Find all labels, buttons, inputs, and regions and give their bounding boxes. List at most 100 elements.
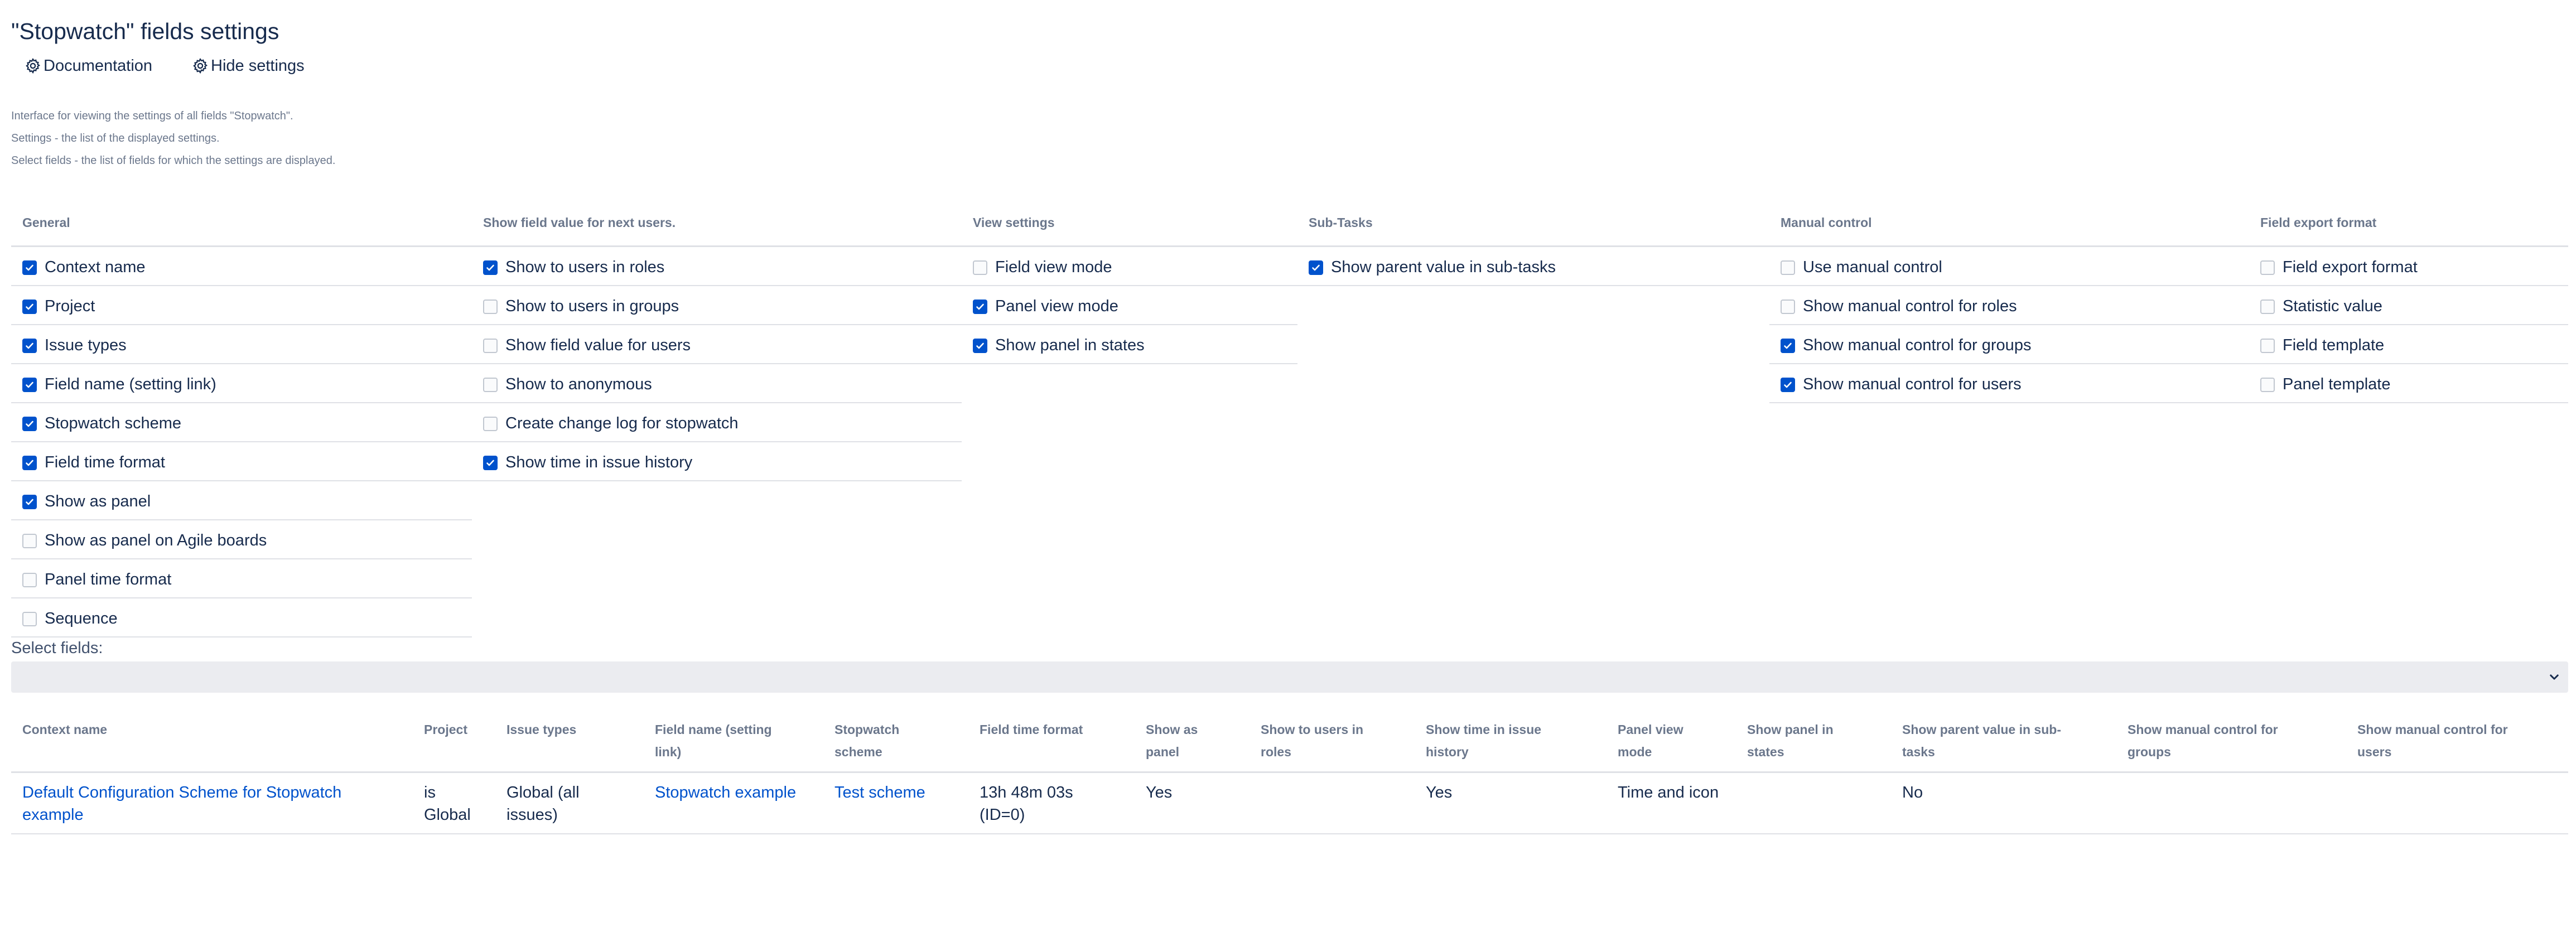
setting-checkbox[interactable] [1309, 260, 1323, 275]
setting-label: Panel template [2283, 375, 2391, 393]
setting-checkbox[interactable] [22, 377, 37, 392]
setting-checkbox[interactable] [483, 377, 498, 392]
setting-checkbox[interactable] [22, 416, 37, 431]
setting-statistic-value[interactable]: Statistic value [2260, 297, 2382, 316]
setting-label: Show panel in states [995, 336, 1145, 354]
intro-text-line-1: Interface for viewing the settings of al… [11, 110, 293, 122]
setting-show-as-panel[interactable]: Show as panel [22, 492, 151, 511]
check-icon [26, 421, 33, 427]
setting-checkbox[interactable] [2260, 377, 2275, 392]
settings-column-manual-control: Use manual control Show manual control fo… [1769, 247, 2249, 403]
setting-checkbox[interactable] [483, 260, 498, 275]
setting-show-parent-value-in-sub-tasks[interactable]: Show parent value in sub-tasks [1309, 258, 1556, 277]
setting-checkbox[interactable] [22, 338, 37, 353]
setting-field-export-format[interactable]: Field export format [2260, 258, 2418, 277]
setting-show-to-users-in-groups[interactable]: Show to users in groups [483, 297, 679, 316]
setting-checkbox[interactable] [973, 299, 987, 314]
cell-field-name-link[interactable]: Stopwatch example [655, 781, 796, 804]
setting-row: Stopwatch scheme [11, 403, 472, 442]
setting-checkbox[interactable] [483, 416, 498, 431]
setting-row: Show time in issue history [472, 442, 962, 481]
setting-create-change-log-for-stopwatch[interactable]: Create change log for stopwatch [483, 414, 739, 433]
setting-checkbox[interactable] [2260, 299, 2275, 314]
setting-panel-time-format[interactable]: Panel time format [22, 571, 171, 589]
cell-stopwatch-scheme-link[interactable]: Test scheme [834, 781, 925, 804]
setting-row: Show as panel [11, 481, 472, 520]
setting-field-template[interactable]: Field template [2260, 336, 2384, 355]
column-header-show-time-in-issue-history: Show time in issue history [1426, 718, 1541, 763]
chevron-down-icon [2550, 674, 2559, 680]
setting-row: Show manual control for users [1769, 364, 2249, 403]
hide-settings-button[interactable]: Hide settings [192, 54, 305, 78]
setting-context-name[interactable]: Context name [22, 258, 146, 277]
setting-stopwatch-scheme[interactable]: Stopwatch scheme [22, 414, 181, 433]
setting-checkbox[interactable] [22, 299, 37, 314]
check-icon [1784, 381, 1792, 388]
documentation-button[interactable]: Documentation [25, 54, 152, 78]
check-icon [26, 460, 33, 466]
setting-use-manual-control[interactable]: Use manual control [1781, 258, 1942, 277]
column-header-context-name: Context name [22, 718, 107, 741]
setting-row: Statistic value [2249, 286, 2568, 325]
setting-checkbox[interactable] [2260, 338, 2275, 353]
setting-checkbox[interactable] [973, 260, 987, 275]
setting-checkbox[interactable] [1781, 299, 1795, 314]
setting-panel-template[interactable]: Panel template [2260, 375, 2390, 394]
cell-line: Stopwatch example [655, 784, 797, 801]
cell-line: No [1902, 784, 1923, 801]
setting-checkbox[interactable] [22, 611, 37, 626]
column-header-line: Show as [1146, 722, 1198, 737]
setting-checkbox[interactable] [973, 338, 987, 353]
setting-row: Field time format [11, 442, 472, 481]
setting-panel-view-mode[interactable]: Panel view mode [973, 297, 1118, 316]
setting-project[interactable]: Project [22, 297, 95, 316]
setting-label: Show manual control for users [1803, 375, 2022, 393]
setting-show-time-in-issue-history[interactable]: Show time in issue history [483, 453, 692, 472]
column-header-show-as-panel: Show as panel [1146, 718, 1198, 763]
cell-line: Default Configuration Scheme for Stopwat… [22, 784, 342, 801]
setting-show-as-panel-on-agile-boards[interactable]: Show as panel on Agile boards [22, 532, 267, 550]
setting-field-time-format[interactable]: Field time format [22, 453, 165, 472]
setting-show-panel-in-states[interactable]: Show panel in states [973, 336, 1145, 355]
setting-show-to-anonymous[interactable]: Show to anonymous [483, 375, 652, 394]
setting-show-manual-control-for-roles[interactable]: Show manual control for roles [1781, 297, 2017, 316]
setting-checkbox[interactable] [1781, 260, 1795, 275]
setting-field-view-mode[interactable]: Field view mode [973, 258, 1112, 277]
setting-issue-types[interactable]: Issue types [22, 336, 127, 355]
setting-checkbox[interactable] [1781, 377, 1795, 392]
setting-checkbox[interactable] [1781, 338, 1795, 353]
setting-checkbox[interactable] [22, 260, 37, 275]
cell-line: Yes [1146, 784, 1173, 801]
gear-icon [26, 58, 41, 74]
setting-checkbox[interactable] [22, 455, 37, 470]
setting-checkbox[interactable] [483, 338, 498, 353]
settings-column-view-settings: Field view mode Panel view mode Show panel… [962, 247, 1297, 364]
setting-show-manual-control-for-users[interactable]: Show manual control for users [1781, 375, 2022, 394]
select-fields-dropdown[interactable] [11, 661, 2568, 693]
setting-label: Show as panel on Agile boards [45, 532, 267, 549]
setting-row: Project [11, 286, 472, 325]
setting-label: Issue types [45, 336, 127, 354]
setting-row: Create change log for stopwatch [472, 403, 962, 442]
column-header-panel-view-mode: Panel view mode [1618, 718, 1683, 763]
setting-show-to-users-in-roles[interactable]: Show to users in roles [483, 258, 664, 277]
setting-show-field-value-for-users[interactable]: Show field value for users [483, 336, 691, 355]
check-icon [26, 342, 33, 349]
setting-field-name-setting-link[interactable]: Field name (setting link) [22, 375, 216, 394]
setting-checkbox[interactable] [2260, 260, 2275, 275]
setting-show-manual-control-for-groups[interactable]: Show manual control for groups [1781, 336, 2031, 355]
setting-row: Show panel in states [962, 325, 1297, 364]
setting-label: Show to users in groups [505, 297, 679, 315]
setting-checkbox[interactable] [22, 494, 37, 509]
setting-checkbox[interactable] [22, 533, 37, 548]
setting-sequence[interactable]: Sequence [22, 610, 118, 628]
setting-checkbox[interactable] [483, 455, 498, 470]
column-header-issue-types: Issue types [506, 718, 576, 741]
setting-row: Panel time format [11, 559, 472, 598]
documentation-label: Documentation [44, 56, 153, 75]
setting-checkbox[interactable] [483, 299, 498, 314]
cell-context-name-link[interactable]: Default Configuration Scheme for Stopwat… [22, 781, 341, 826]
setting-checkbox[interactable] [22, 572, 37, 587]
setting-label: Stopwatch scheme [45, 414, 182, 432]
hide-settings-label: Hide settings [211, 56, 305, 75]
